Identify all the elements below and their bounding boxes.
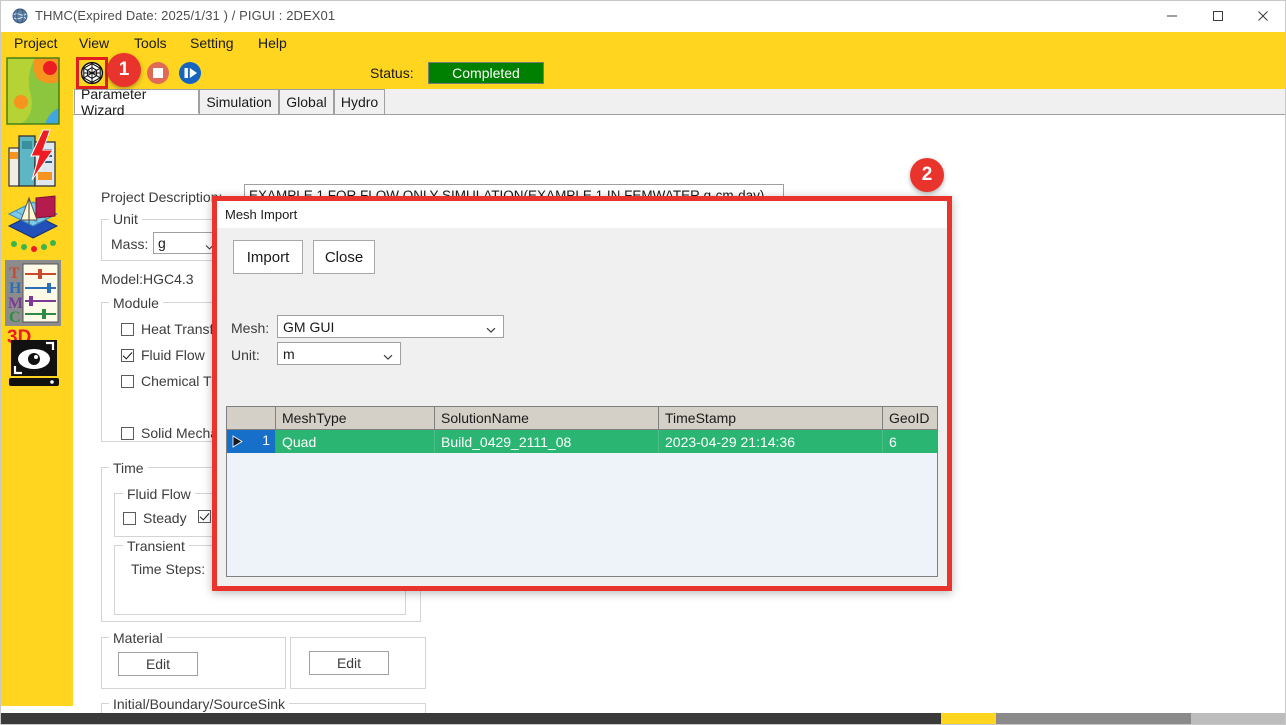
grid-header-row: MeshType SolutionName TimeStamp GeoID — [227, 407, 937, 430]
scrollbar-track-segment[interactable] — [996, 713, 1191, 724]
table-row[interactable]: 1 Quad Build_0429_2111_08 2023-04-29 21:… — [227, 430, 937, 453]
mesh-label: Mesh: — [231, 320, 270, 336]
menu-tools[interactable]: Tools — [132, 35, 169, 51]
title-bar: THMC(Expired Date: 2025/1/31 ) / PIGUI :… — [1, 1, 1285, 33]
horizontal-scrollbar[interactable] — [1, 713, 1285, 724]
annotation-badge-2: 2 — [910, 158, 944, 192]
window-title: THMC(Expired Date: 2025/1/31 ) / PIGUI :… — [35, 8, 336, 23]
mesh-import-dialog-body: Mesh Import Import Close Mesh: GM GUI Un… — [217, 201, 947, 586]
unit-group-title: Unit — [109, 211, 142, 227]
mesh-network-icon[interactable] — [76, 57, 108, 89]
material-group-title: Material — [109, 630, 167, 646]
module-group-title: Module — [109, 295, 163, 311]
checkbox-heat-transfer[interactable]: Heat Transfer — [121, 321, 226, 337]
app-globe-icon — [12, 8, 28, 24]
menu-setting[interactable]: Setting — [188, 35, 236, 51]
checkbox-box — [121, 374, 134, 388]
mesh-value: GM GUI — [283, 318, 335, 335]
left-toolbar: T H M C 3D — [1, 56, 74, 706]
3d-view-eye-icon[interactable]: 3D — [5, 326, 61, 392]
tab-hydro[interactable]: Hydro — [334, 89, 385, 114]
secondary-edit-button[interactable]: Edit — [309, 651, 389, 675]
checkbox-steady[interactable]: Steady — [123, 510, 187, 526]
import-button[interactable]: Import — [233, 240, 303, 274]
menu-view[interactable]: View — [77, 35, 111, 51]
mass-label: Mass: — [111, 236, 149, 252]
menu-help[interactable]: Help — [256, 35, 289, 51]
ibss-group-title: Initial/Boundary/SourceSink — [109, 696, 289, 712]
scrollbar-track-segment-2[interactable] — [1191, 713, 1285, 724]
unit-label: Unit: — [231, 347, 260, 363]
cell-geoid: 6 — [883, 430, 937, 453]
mesh-select[interactable]: GM GUI — [277, 315, 504, 338]
grid-header-selector — [227, 407, 276, 429]
close-button[interactable]: Close — [313, 240, 375, 274]
stop-icon[interactable] — [146, 61, 170, 85]
grid-row-selector[interactable]: 1 — [227, 430, 276, 453]
close-icon[interactable] — [1240, 1, 1285, 31]
checkbox-label: Fluid Flow — [141, 347, 205, 363]
mass-value: g — [158, 235, 166, 251]
tab-global[interactable]: Global — [279, 89, 334, 114]
chevron-down-icon — [486, 322, 496, 333]
unit-value: m — [283, 345, 295, 362]
transient-group-title: Transient — [123, 538, 189, 554]
grid-row-number: 1 — [262, 432, 270, 448]
scrollbar-thumb[interactable] — [941, 713, 996, 724]
material-edit-button[interactable]: Edit — [118, 652, 198, 676]
dialog-title-bar: Mesh Import — [217, 201, 947, 228]
tab-parameter-wizard[interactable]: Parameter Wizard — [74, 86, 199, 118]
checkbox-box — [198, 510, 211, 523]
checkbox-box — [121, 426, 134, 440]
grid-header-meshtype[interactable]: MeshType — [276, 407, 435, 429]
grid-header-timestamp[interactable]: TimeStamp — [659, 407, 883, 429]
checkbox-box — [123, 511, 136, 525]
annotation-badge-1: 1 — [107, 53, 141, 87]
cell-meshtype: Quad — [276, 430, 435, 453]
play-triangle-icon — [232, 435, 243, 453]
grid-header-solutionname[interactable]: SolutionName — [435, 407, 659, 429]
checkbox-box — [121, 348, 134, 362]
dialog-title: Mesh Import — [225, 207, 298, 222]
svg-text:C: C — [9, 309, 21, 326]
toolbar: Status: Completed — [73, 56, 1285, 89]
menu-bar: Project View Tools Setting Help — [1, 32, 1285, 56]
mesh-results-grid[interactable]: MeshType SolutionName TimeStamp GeoID 1 … — [226, 406, 938, 577]
status-label: Status: — [370, 65, 414, 81]
checkbox-box — [121, 322, 134, 336]
checkbox-fluid-flow[interactable]: Fluid Flow — [121, 347, 205, 363]
thmc-sliders-icon[interactable]: T H M C — [5, 260, 61, 326]
project-description-label: Project Description: — [101, 189, 223, 205]
mass-select[interactable]: g — [153, 232, 221, 254]
cell-timestamp: 2023-04-29 21:14:36 — [659, 430, 883, 453]
time-group-title: Time — [109, 460, 148, 476]
status-badge: Completed — [428, 62, 544, 84]
mesh-import-dialog: Mesh Import Import Close Mesh: GM GUI Un… — [212, 196, 952, 591]
books-lightning-icon[interactable] — [5, 128, 61, 194]
checkbox-label: Steady — [143, 510, 187, 526]
model-text: Model:HGC4.3 — [101, 271, 194, 287]
menu-project[interactable]: Project — [12, 35, 60, 51]
chevron-down-icon — [383, 349, 393, 360]
tab-simulation[interactable]: Simulation — [199, 89, 279, 114]
maximize-icon[interactable] — [1195, 1, 1240, 31]
layers-mesh-icon[interactable] — [5, 194, 61, 260]
grid-header-geoid[interactable]: GeoID — [883, 407, 937, 429]
minimize-icon[interactable] — [1149, 1, 1194, 31]
fluid-flow-group-title: Fluid Flow — [123, 486, 195, 502]
time-steps-label: Time Steps: — [131, 561, 206, 577]
run-icon[interactable] — [178, 61, 202, 85]
cell-solutionname: Build_0429_2111_08 — [435, 430, 659, 453]
map-contour-icon[interactable] — [5, 56, 61, 128]
unit-select[interactable]: m — [277, 342, 401, 365]
application-window: THMC(Expired Date: 2025/1/31 ) / PIGUI :… — [0, 0, 1286, 725]
tab-strip: Parameter Wizard Simulation Global Hydro — [73, 86, 1285, 118]
